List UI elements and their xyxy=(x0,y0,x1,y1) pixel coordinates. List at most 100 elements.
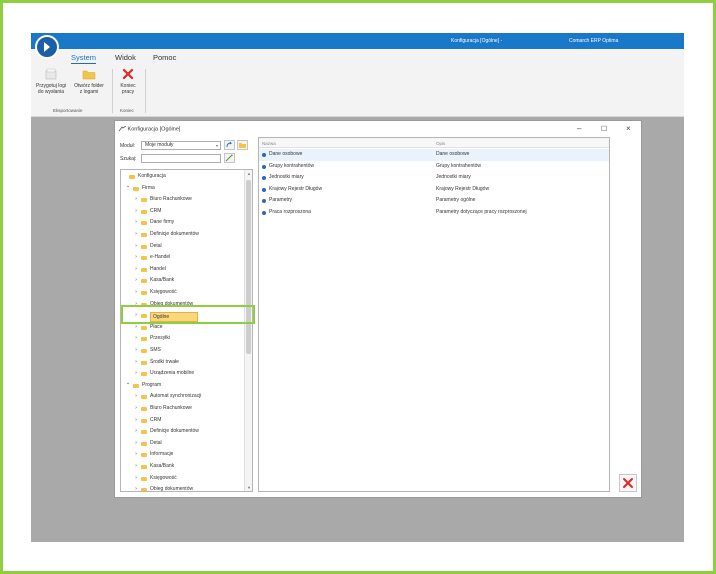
tree-item-label: Urządzenia mobilne xyxy=(150,370,195,377)
refresh-button[interactable] xyxy=(224,140,235,150)
dialog-title: Konfiguracja [Ogólne] xyxy=(118,125,180,132)
grid-row[interactable]: Krajowy Rejestr Długów Krajowy Rejestr Dł… xyxy=(259,184,609,196)
folder-icon xyxy=(141,244,147,249)
chevron-right-icon[interactable]: › xyxy=(133,194,139,206)
search-button[interactable] xyxy=(224,153,235,163)
chevron-down-icon[interactable]: ⌄ xyxy=(125,181,131,193)
menu-system[interactable]: System xyxy=(71,53,97,64)
chevron-right-icon[interactable]: › xyxy=(133,333,139,345)
chevron-right-icon[interactable]: › xyxy=(133,264,139,276)
maximize-icon[interactable]: ☐ xyxy=(601,125,607,133)
folder-icon xyxy=(141,372,147,377)
chevron-right-icon[interactable]: › xyxy=(133,449,139,461)
folder-icon xyxy=(141,476,147,481)
close-icon[interactable]: × xyxy=(626,124,631,133)
tree-item[interactable]: › Detal xyxy=(121,241,245,253)
folder-icon xyxy=(133,186,139,191)
tree-item[interactable]: › Biuro Rachunkowe xyxy=(121,403,245,415)
tree-item[interactable]: ⌄ Firma xyxy=(121,183,245,195)
chevron-right-icon[interactable]: › xyxy=(133,473,139,485)
folder-icon xyxy=(141,233,147,237)
tree-item-label: Księgowość xyxy=(150,289,177,295)
dialog-close-button[interactable] xyxy=(619,474,637,492)
folder-icon xyxy=(129,175,135,179)
grid-cell-opis: Jednostki miary xyxy=(436,174,471,180)
tree-item[interactable]: › CRM xyxy=(121,206,245,218)
chevron-right-icon[interactable]: › xyxy=(133,426,139,438)
app-logo-icon[interactable] xyxy=(35,35,59,59)
tree-item[interactable]: › Urządzenia mobilne xyxy=(121,368,245,380)
tree-item[interactable]: › Środki trwałe xyxy=(121,357,245,369)
grid-header: Nazwa Opis xyxy=(259,138,609,148)
folder-icon xyxy=(141,325,147,330)
chevron-right-icon[interactable]: › xyxy=(133,368,139,380)
scroll-down-icon[interactable]: ▼ xyxy=(245,485,252,490)
close-red-icon xyxy=(121,67,135,81)
tree-item-label: Biuro Rachunkowe xyxy=(150,196,192,203)
prepare-logs-button[interactable]: Przygotuj logi do wysłania xyxy=(33,67,69,95)
grid-row[interactable]: Jednostki miary Jednostki miary xyxy=(259,172,609,184)
grid-row[interactable]: Dane osobowe Dane osobowe xyxy=(259,149,609,161)
modul-select[interactable]: Moje moduły ▾ xyxy=(141,141,221,150)
tree-item[interactable]: › SMS xyxy=(121,345,245,357)
folder-icon xyxy=(239,143,246,148)
tree-item[interactable]: › Automat synchronizacji xyxy=(121,391,245,403)
tree-item[interactable]: › Detal xyxy=(121,438,245,450)
tree-item[interactable]: › Dane firmy xyxy=(121,217,245,229)
chevron-down-icon[interactable]: ⌄ xyxy=(125,378,131,390)
folder-icon xyxy=(141,256,147,261)
chevron-right-icon[interactable]: › xyxy=(133,357,139,369)
grid-row[interactable]: Parametry Parametry ogólne xyxy=(259,195,609,207)
chevron-right-icon[interactable]: › xyxy=(133,391,139,403)
chevron-right-icon[interactable]: › xyxy=(133,217,139,229)
folder-icon xyxy=(141,209,147,214)
tree-item[interactable]: › Handel xyxy=(121,264,245,276)
chevron-right-icon[interactable]: › xyxy=(133,287,139,299)
folder-icon xyxy=(141,279,147,284)
tree-item[interactable]: ⌄ Program xyxy=(121,380,245,392)
settings-grid[interactable]: Nazwa Opis Dane osobowe Dane osobowe Grupy… xyxy=(258,137,610,492)
column-nazwa[interactable]: Nazwa xyxy=(262,141,276,146)
tree-item[interactable]: › Księgowość xyxy=(121,287,245,299)
column-opis[interactable]: Opis xyxy=(436,141,445,146)
tree-item[interactable]: › Kasa/Bank xyxy=(121,275,245,287)
menu-widok[interactable]: Widok xyxy=(115,53,136,62)
scroll-thumb[interactable] xyxy=(246,180,251,354)
open-folder-button[interactable] xyxy=(237,140,248,150)
tree-item[interactable]: › Definicje dokumentów xyxy=(121,426,245,438)
open-logs-folder-button[interactable]: Otwórz folder z logami xyxy=(71,67,107,95)
chevron-right-icon[interactable]: › xyxy=(133,415,139,427)
tree-item[interactable]: › Biuro Rachunkowe xyxy=(121,194,245,206)
tree-item[interactable]: › Przesyłki xyxy=(121,333,245,345)
config-tree[interactable]: ▲ ▼ Konfiguracja ⌄ Firma › Biuro Rachunkowe ›… xyxy=(120,169,253,492)
chevron-right-icon[interactable]: › xyxy=(133,484,139,491)
tree-item[interactable]: Konfiguracja xyxy=(121,171,245,183)
minimize-icon[interactable]: – xyxy=(577,124,581,133)
chevron-right-icon[interactable]: › xyxy=(133,403,139,415)
chevron-right-icon[interactable]: › xyxy=(133,345,139,357)
search-input[interactable] xyxy=(141,154,221,163)
chevron-right-icon[interactable]: › xyxy=(133,241,139,253)
folder-icon xyxy=(141,441,147,446)
tree-item-label: Automat synchronizacji xyxy=(150,393,202,400)
chevron-right-icon[interactable]: › xyxy=(133,438,139,450)
chevron-right-icon[interactable]: › xyxy=(133,206,139,218)
scroll-up-icon[interactable]: ▲ xyxy=(245,171,252,176)
tree-scrollbar[interactable]: ▲ ▼ xyxy=(244,170,252,491)
tree-item[interactable]: › Obieg dokumentów xyxy=(121,484,245,491)
tree-item[interactable]: › Definicje dokumentów xyxy=(121,229,245,241)
chevron-right-icon[interactable]: › xyxy=(133,275,139,287)
chevron-right-icon[interactable]: › xyxy=(133,252,139,264)
tree-item[interactable]: › Księgowość xyxy=(121,473,245,485)
tree-item-label: e-Handel xyxy=(150,254,171,261)
end-work-button[interactable]: Koniec pracy xyxy=(115,67,141,95)
menu-pomoc[interactable]: Pomoc xyxy=(153,53,176,62)
tree-item[interactable]: › Kasa/Bank xyxy=(121,461,245,473)
chevron-right-icon[interactable]: › xyxy=(133,229,139,241)
tree-item[interactable]: › Informacje xyxy=(121,449,245,461)
grid-row[interactable]: Praca rozproszona Parametry dotyczące pra… xyxy=(259,207,609,219)
grid-row[interactable]: Grupy kontrahentów Grupy kontrahentów xyxy=(259,161,609,173)
chevron-right-icon[interactable]: › xyxy=(133,461,139,473)
tree-item[interactable]: › CRM xyxy=(121,415,245,427)
tree-item[interactable]: › e-Handel xyxy=(121,252,245,264)
